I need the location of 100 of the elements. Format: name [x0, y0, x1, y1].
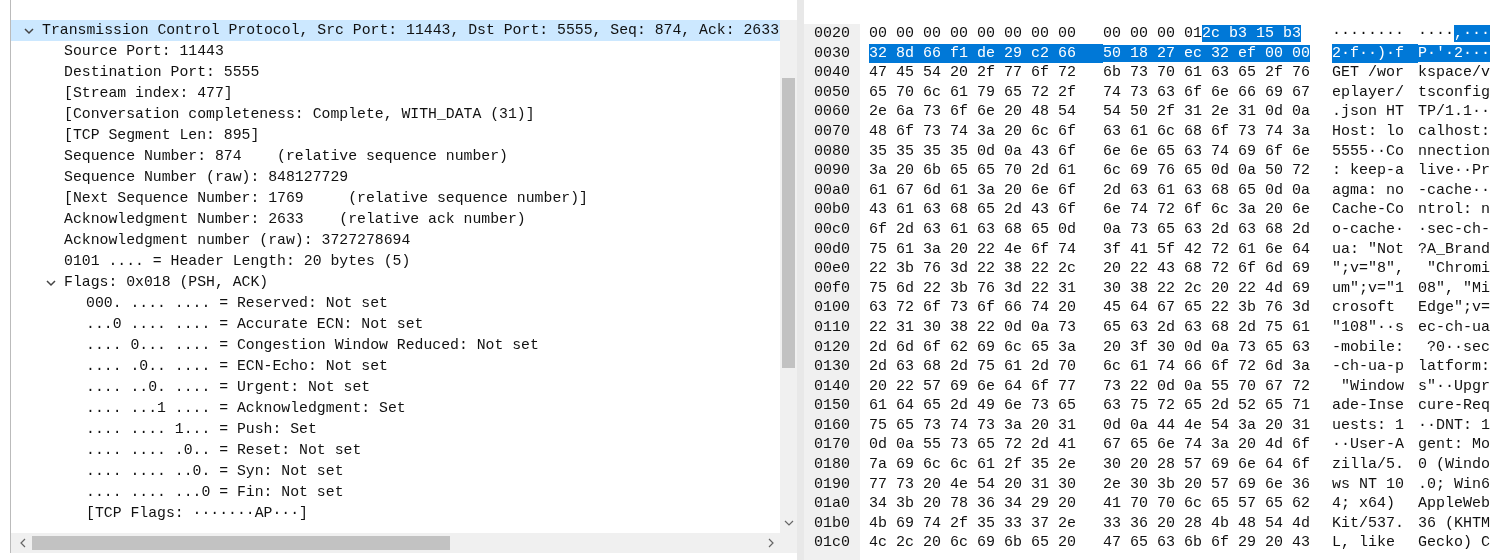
- ascii-text: ·sec-ch-: [1418, 220, 1491, 238]
- hex-bytes: 2d 63 68 2d 75 61 2d 70: [869, 358, 1077, 376]
- tree-item[interactable]: .... 0... .... = Congestion Window Reduced: Not set: [11, 335, 780, 356]
- hex-bytes: 74 73 63 6f 6e 66 69 67: [1103, 83, 1311, 101]
- tree-item[interactable]: Source Port: 11443: [11, 41, 780, 62]
- ascii-text: GET /wor: [1332, 64, 1404, 82]
- ascii-text: 08", "Mi: [1418, 279, 1491, 297]
- ascii-text: ";v="8",: [1332, 260, 1404, 278]
- hex-bytes: 6b 73 70 61 63 65 2f 76: [1103, 64, 1311, 82]
- byte-offset: 0150: [814, 396, 850, 416]
- ascii-text: Edge";v=: [1418, 299, 1491, 317]
- ascii-text: latform:: [1418, 358, 1491, 376]
- hex-bytes: 54 50 2f 31 2e 31 0d 0a: [1103, 103, 1311, 121]
- tree-item[interactable]: ...0 .... .... = Accurate ECN: Not set: [11, 314, 780, 335]
- tree-item[interactable]: [Next Sequence Number: 1769 (relative sequence number)]: [11, 188, 780, 209]
- ascii-text: zilla/5.: [1332, 456, 1404, 474]
- ascii-text: agma: no: [1332, 181, 1404, 199]
- byte-offset: 0020: [814, 24, 850, 44]
- ascii-text: : keep-a: [1332, 162, 1404, 180]
- hex-bytes: 0d 0a 44 4e 54 3a 20 31: [1103, 416, 1311, 434]
- tree-item[interactable]: Acknowledgment number (raw): 3727278694: [11, 230, 780, 251]
- ascii-text: .json HT: [1332, 103, 1404, 121]
- ascii-text: live··Pr: [1418, 162, 1491, 180]
- ascii-text: ········: [1332, 25, 1404, 42]
- scroll-left-icon[interactable]: [19, 538, 26, 548]
- tree-item[interactable]: .... .0.. .... = ECN-Echo: Not set: [11, 356, 780, 377]
- tree-item[interactable]: [TCP Flags: ·······AP···]: [11, 503, 780, 524]
- scrollbar-thumb[interactable]: [782, 78, 795, 368]
- tree-item[interactable]: .... ..0. .... = Urgent: Not set: [11, 377, 780, 398]
- ascii-text: Kit/537.: [1332, 514, 1404, 532]
- hex-bytes: 47 45 54 20 2f 77 6f 72: [869, 64, 1077, 82]
- byte-offset: 0030: [814, 43, 850, 64]
- tree-item[interactable]: .... .... ...0 = Fin: Not set: [11, 482, 780, 503]
- hex-bytes: 30 38 22 2c 20 22 4d 69: [1103, 279, 1311, 297]
- scroll-down-icon[interactable]: [784, 520, 794, 527]
- hex-bytes: 63 75 72 65 2d 52 65 71: [1103, 397, 1311, 415]
- scrollbar-thumb[interactable]: [32, 536, 450, 550]
- hex-bytes: 33 36 20 28 4b 48 54 4d: [1103, 514, 1311, 532]
- hex-bytes: 00 00 00 01: [1103, 25, 1203, 42]
- tree-item[interactable]: Flags: 0x018 (PSH, ACK): [11, 272, 780, 293]
- hex-bytes: 48 6f 73 74 3a 20 6c 6f: [869, 122, 1077, 140]
- byte-offset: 0050: [814, 82, 850, 103]
- byte-offset: 00a0: [814, 180, 850, 201]
- hex-bytes: 63 61 6c 68 6f 73 74 3a: [1103, 122, 1311, 140]
- byte-offset: 01c0: [814, 533, 850, 554]
- ascii-text: s"··Upgr: [1418, 377, 1491, 395]
- ascii-text: ade-Inse: [1332, 397, 1404, 415]
- hex-bytes: 43 61 63 68 65 2d 43 6f: [869, 201, 1077, 219]
- ascii-text: ws NT 10: [1332, 475, 1404, 493]
- tree-item[interactable]: Acknowledgment Number: 2633 (relative ack number): [11, 209, 780, 230]
- ascii-text: um";v="1: [1332, 279, 1404, 297]
- tree-item[interactable]: Destination Port: 5555: [11, 62, 780, 83]
- ascii-text: ua: "Not: [1332, 240, 1404, 258]
- vertical-scrollbar[interactable]: [780, 20, 797, 533]
- ascii-text: nnection: [1418, 142, 1491, 160]
- tree-item[interactable]: Sequence Number: 874 (relative sequence number): [11, 146, 780, 167]
- hex-bytes: 50 18 27 ec 32 ef 00 00: [1103, 44, 1311, 62]
- hex-bytes: 3a 20 6b 65 65 70 2d 61: [869, 162, 1077, 180]
- hex-bytes: 00 00 00 00 00 00 00 00: [869, 25, 1077, 42]
- hex-bytes: 4b 69 74 2f 35 33 37 2e: [869, 514, 1077, 532]
- hex-bytes: 6c 61 74 66 6f 72 6d 3a: [1103, 358, 1311, 376]
- byte-offset: 0100: [814, 298, 850, 318]
- hex-bytes: 2e 6a 73 6f 6e 20 48 54: [869, 103, 1077, 121]
- byte-offset: 0170: [814, 435, 850, 456]
- ascii-text: ntrol: n: [1418, 201, 1491, 219]
- ascii-text: P·'·2···: [1418, 44, 1491, 62]
- ascii-text: 36 (KHTM: [1418, 514, 1491, 532]
- ascii-text: ?0··sec: [1426, 338, 1491, 356]
- hex-bytes: 67 65 6e 74 3a 20 4d 6f: [1103, 436, 1311, 454]
- hex-bytes: 73 22 0d 0a 55 70 67 72: [1103, 377, 1311, 395]
- ascii-text: Gecko) C: [1418, 534, 1491, 552]
- tree-item[interactable]: .... .... .0.. = Reset: Not set: [11, 440, 780, 461]
- hex-bytes: 65 70 6c 61 79 65 72 2f: [869, 83, 1077, 101]
- byte-offset: 0130: [814, 357, 850, 377]
- tree-item[interactable]: .... .... 1... = Push: Set: [11, 419, 780, 440]
- ascii-text: tsconfig: [1418, 83, 1491, 101]
- ascii-text: TP/1.1··: [1418, 103, 1491, 121]
- tree-item[interactable]: [Conversation completeness: Complete, WITH_DATA (31)]: [11, 104, 780, 125]
- horizontal-scrollbar[interactable]: [11, 533, 797, 553]
- ascii-text: 4; x64): [1332, 495, 1396, 513]
- ascii-text: 5555··Co: [1332, 142, 1404, 160]
- tree-item[interactable]: .... .... ..0. = Syn: Not set: [11, 461, 780, 482]
- tree-item[interactable]: 000. .... .... = Reserved: Not set: [11, 293, 780, 314]
- hex-bytes: 2d 63 61 63 68 65 0d 0a: [1103, 181, 1311, 199]
- tree-item[interactable]: [Stream index: 477]: [11, 83, 780, 104]
- hex-bytes: 6e 74 72 6f 6c 3a 20 6e: [1103, 201, 1311, 219]
- hex-bytes: 20 3f 30 0d 0a 73 65 63: [1103, 338, 1311, 356]
- hex-bytes: 35 35 35 35 0d 0a 43 6f: [869, 142, 1077, 160]
- tree-item[interactable]: Transmission Control Protocol, Src Port: 11443, Dst Port: 5555, Seq: 874, Ack: 2633: [11, 20, 780, 41]
- hex-bytes: 7a 69 6c 6c 61 2f 35 2e: [869, 456, 1077, 474]
- byte-offset: 00c0: [814, 219, 850, 240]
- scroll-right-icon[interactable]: [768, 538, 775, 548]
- hex-bytes: 45 64 67 65 22 3b 76 3d: [1103, 299, 1311, 317]
- ascii-text: crosoft: [1332, 299, 1396, 317]
- tree-item[interactable]: 0101 .... = Header Length: 20 bytes (5): [11, 251, 780, 272]
- hex-bytes: 65 63 2d 63 68 2d 75 61: [1103, 318, 1311, 336]
- tree-item[interactable]: Sequence Number (raw): 848127729: [11, 167, 780, 188]
- tree-item[interactable]: [TCP Segment Len: 895]: [11, 125, 780, 146]
- tree-item[interactable]: .... ...1 .... = Acknowledgment: Set: [11, 398, 780, 419]
- ascii-text: 2·f··)·f: [1332, 43, 1418, 64]
